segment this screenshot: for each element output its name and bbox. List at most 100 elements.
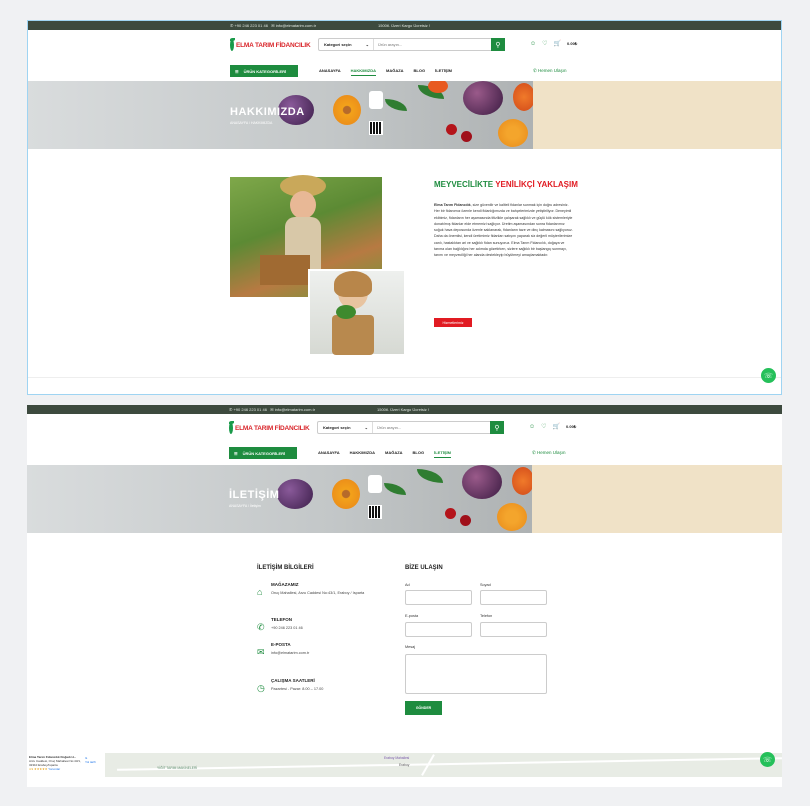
nav-iletisim[interactable]: İLETİŞİM bbox=[434, 450, 451, 458]
topbar-phone[interactable]: +90 246 223 01 46 bbox=[234, 23, 267, 28]
apple-sign-image bbox=[368, 475, 382, 493]
search-button[interactable]: ⚲ bbox=[490, 421, 504, 434]
name-field[interactable] bbox=[405, 590, 472, 605]
topbar-email[interactable]: info@elmatarim.com.tr bbox=[275, 407, 315, 412]
main-nav: ANASAYFA HAKKIMIZDA MAĞAZA BLOG İLETİŞİM bbox=[318, 450, 451, 458]
call-now-link[interactable]: ✆ Hemen Ulaşın bbox=[532, 450, 566, 456]
phone-field[interactable] bbox=[480, 622, 547, 637]
cart-icon[interactable]: 🛒 bbox=[554, 40, 561, 47]
whatsapp-button[interactable]: ☏ bbox=[760, 752, 775, 767]
plum-image bbox=[463, 81, 503, 115]
about-heading: MEYVECİLİKTE YENİLİKÇİ YAKLAŞIM bbox=[434, 180, 578, 189]
contact-form-title: BİZE ULAŞIN bbox=[405, 565, 443, 571]
apple-logo-icon bbox=[230, 38, 235, 51]
category-select[interactable]: Kategori seçin ⌄ bbox=[319, 39, 374, 50]
contact-info-title: İLETİŞİM BİLGİLERİ bbox=[257, 565, 314, 571]
surname-field[interactable] bbox=[480, 590, 547, 605]
leaf-image bbox=[417, 469, 443, 483]
call-now-link[interactable]: ✆ Hemen Ulaşın bbox=[533, 68, 567, 74]
map-store-label: Eraboy Mahallesi bbox=[384, 756, 410, 760]
cherry-image bbox=[461, 131, 472, 142]
cart-icon[interactable]: 🛒 bbox=[553, 423, 560, 430]
map-place-card: Elma Tarım Fidancılık Doğadı H... Arzu C… bbox=[27, 753, 105, 777]
contact-store: ⌂ MAĞAZAMIZ Oruç Mahallesi, Arzu Caddesi… bbox=[257, 582, 407, 606]
contact-email-value[interactable]: info@elmatarim.com.tr bbox=[271, 651, 309, 655]
header-icons: ☺ ♡ 🛒 0.00₺ bbox=[530, 40, 578, 48]
topbar-contact: ✆ +90 246 223 01 46 ✉ info@elmatarim.com… bbox=[229, 407, 316, 412]
categories-button-label: ÜRÜN KATEGORİLERİ bbox=[243, 68, 287, 74]
breadcrumb: ANASAYFA / İletişim bbox=[229, 504, 261, 508]
topbar-promo: 1500tl. Üzeri Kargo Ücretsiz ! bbox=[378, 23, 431, 28]
search-icon: ⚲ bbox=[495, 41, 501, 49]
site-logo[interactable]: ELMA TARIM FİDANCILIK bbox=[230, 38, 311, 52]
breadcrumb: ANASAYFA / HAKKIMIZDA bbox=[230, 121, 273, 125]
category-select[interactable]: Kategori seçin ⌄ bbox=[318, 422, 373, 433]
banner-side-panel bbox=[533, 81, 781, 149]
nav-hakkimizda[interactable]: HAKKIMIZDA bbox=[350, 68, 376, 76]
nav-magaza[interactable]: MAĞAZA bbox=[385, 450, 403, 458]
about-woman-image bbox=[308, 269, 406, 356]
nav-blog[interactable]: BLOG bbox=[413, 450, 425, 458]
whatsapp-button[interactable]: ☏ bbox=[761, 368, 776, 383]
page-banner: HAKKIMIZDA ANASAYFA / HAKKIMIZDA bbox=[28, 81, 533, 149]
about-page-screenshot: ✆ +90 246 223 01 46 ✉ info@elmatarim.com… bbox=[27, 20, 782, 395]
apple-sign-image bbox=[369, 91, 383, 109]
search-button[interactable]: ⚲ bbox=[491, 38, 505, 51]
submit-button[interactable]: GÖNDER bbox=[405, 701, 442, 715]
qr-code-image bbox=[368, 505, 382, 519]
nav-anasayfa[interactable]: ANASAYFA bbox=[318, 450, 340, 458]
map-directions-link[interactable]: ➤ Yol tarifi bbox=[85, 756, 96, 764]
contact-hours: ◷ ÇALIŞMA SAATLERİ Pazartesi - Pazar: 8.… bbox=[257, 678, 407, 702]
topbar-phone[interactable]: +90 246 223 01 46 bbox=[233, 407, 266, 412]
user-icon[interactable]: ☺ bbox=[529, 424, 535, 430]
cart-total: 0.00₺ bbox=[567, 41, 578, 46]
topbar-email[interactable]: info@elmatarim.com.tr bbox=[276, 23, 316, 28]
map-town-label: Eraboy bbox=[399, 763, 410, 767]
nav-anasayfa[interactable]: ANASAYFA bbox=[319, 68, 341, 76]
about-text-bold: Elma Tarım Fidancılık bbox=[434, 203, 471, 207]
map-card-reviews-link[interactable]: Yorumlar bbox=[48, 767, 60, 771]
search-input[interactable] bbox=[373, 422, 490, 433]
contact-email-title: E-POSTA bbox=[271, 642, 291, 647]
site-logo[interactable]: ELMA TARIM FİDANCILIK bbox=[229, 421, 310, 435]
topbar-contact: ✆ +90 246 223 01 46 ✉ info@elmatarim.com… bbox=[230, 23, 317, 28]
services-button[interactable]: Hizmetlerimiz bbox=[434, 318, 472, 327]
location-map[interactable]: YİĞİT TARIM MAKİNELERİ Eraboy Mahallesi … bbox=[27, 753, 782, 777]
call-now-label: Hemen Ulaşın bbox=[537, 450, 566, 455]
topbar-promo: 1500tl. Üzeri Kargo Ücretsiz ! bbox=[377, 407, 430, 412]
main-nav: ANASAYFA HAKKIMIZDA MAĞAZA BLOG İLETİŞİM bbox=[319, 68, 452, 76]
message-field[interactable] bbox=[405, 654, 547, 694]
categories-button[interactable]: ☰ ÜRÜN KATEGORİLERİ bbox=[229, 447, 297, 459]
apple-logo-icon bbox=[229, 421, 234, 434]
user-icon[interactable]: ☺ bbox=[530, 41, 536, 47]
category-select-value: Kategori seçin bbox=[323, 425, 351, 430]
map-card-rating: 4.9 bbox=[29, 767, 34, 771]
contact-email: ✉ E-POSTA info@elmatarim.com.tr bbox=[257, 642, 407, 666]
mail-icon: ✉ bbox=[257, 647, 265, 657]
phone-label: Telefon bbox=[480, 614, 493, 618]
nav-iletisim[interactable]: İLETİŞİM bbox=[435, 68, 452, 76]
plum-image bbox=[462, 465, 502, 499]
nav-hakkimizda[interactable]: HAKKIMIZDA bbox=[350, 450, 375, 458]
nav-blog[interactable]: BLOG bbox=[414, 68, 426, 76]
contact-phone-value[interactable]: +90 246 223 01 46 bbox=[271, 626, 303, 630]
menu-icon: ☰ bbox=[235, 68, 239, 74]
about-heading-green: MEYVECİLİKTE bbox=[434, 180, 496, 189]
categories-button[interactable]: ☰ ÜRÜN KATEGORİLERİ bbox=[230, 65, 298, 77]
search-input[interactable] bbox=[374, 39, 491, 50]
wishlist-icon[interactable]: ♡ bbox=[541, 423, 546, 430]
whatsapp-icon: ☏ bbox=[764, 372, 773, 380]
contact-hours-value: Pazartesi - Pazar: 8.00 – 17.00 bbox=[271, 687, 324, 691]
cart-total: 0.00₺ bbox=[566, 424, 577, 429]
email-field[interactable] bbox=[405, 622, 472, 637]
plum-image bbox=[277, 479, 313, 509]
vegetables-image bbox=[336, 305, 356, 319]
leaf-image bbox=[384, 483, 406, 495]
categories-button-label: ÜRÜN KATEGORİLERİ bbox=[242, 450, 286, 456]
cherry-image bbox=[460, 515, 471, 526]
star-rating-icon: ★★★★★ bbox=[34, 767, 48, 771]
hair-image bbox=[334, 271, 372, 297]
nav-magaza[interactable]: MAĞAZA bbox=[386, 68, 404, 76]
contact-hours-title: ÇALIŞMA SAATLERİ bbox=[271, 678, 315, 683]
wishlist-icon[interactable]: ♡ bbox=[542, 40, 547, 47]
